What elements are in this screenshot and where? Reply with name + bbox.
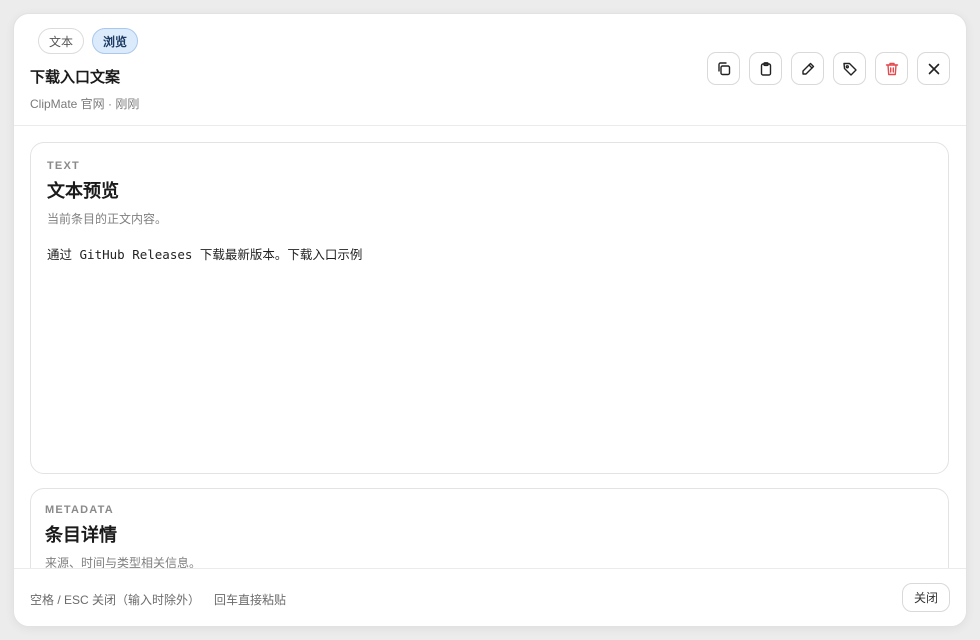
close-icon <box>928 63 939 74</box>
text-preview-card: TEXT 文本预览 当前条目的正文内容。 通过 GitHub Releases … <box>30 142 949 474</box>
delete-button[interactable] <box>875 52 908 85</box>
pencil-icon <box>801 62 814 75</box>
hint-close: 空格 / ESC 关闭（输入时除外） <box>30 593 201 607</box>
dialog-footer: 空格 / ESC 关闭（输入时除外） 回车直接粘贴 关闭 <box>14 568 966 626</box>
keyboard-hints: 空格 / ESC 关闭（输入时除外） 回车直接粘贴 <box>30 591 286 608</box>
section-title: 条目详情 <box>45 525 117 545</box>
item-title: 下载入口文案 <box>30 69 121 86</box>
close-button[interactable] <box>917 52 950 85</box>
metadata-card: METADATA 条目详情 来源、时间与类型相关信息。 <box>30 488 949 568</box>
trash-icon <box>885 62 898 75</box>
item-source-time: ClipMate 官网 · 刚刚 <box>30 97 140 111</box>
text-body[interactable]: 通过 GitHub Releases 下载最新版本。下载入口示例 <box>47 244 932 263</box>
copy-icon <box>717 61 730 75</box>
action-toolbar <box>707 52 950 85</box>
footer-close-button[interactable]: 关闭 <box>901 583 950 612</box>
tab-text[interactable]: 文本 <box>38 28 85 54</box>
tab-browse[interactable]: 浏览 <box>92 28 139 54</box>
copy-button[interactable] <box>707 52 740 85</box>
clipboard-icon <box>760 61 771 76</box>
dialog-header: 文本 浏览 下载入口文案 ClipMate 官网 · 刚刚 <box>14 14 966 126</box>
section-eyebrow: TEXT <box>47 160 80 172</box>
dialog-content[interactable]: TEXT 文本预览 当前条目的正文内容。 通过 GitHub Releases … <box>14 127 966 568</box>
edit-button[interactable] <box>791 52 824 85</box>
section-description: 来源、时间与类型相关信息。 <box>45 556 202 568</box>
section-title: 文本预览 <box>47 181 119 201</box>
preview-dialog: 文本 浏览 下载入口文案 ClipMate 官网 · 刚刚 TEXT 文本预览 … <box>13 13 967 627</box>
section-eyebrow: METADATA <box>45 504 114 516</box>
tag-icon <box>842 62 857 76</box>
hint-paste: 回车直接粘贴 <box>214 593 287 607</box>
tag-button[interactable] <box>833 52 866 85</box>
view-mode-tabs: 文本 浏览 <box>38 28 139 54</box>
section-description: 当前条目的正文内容。 <box>47 212 168 226</box>
paste-button[interactable] <box>749 52 782 85</box>
